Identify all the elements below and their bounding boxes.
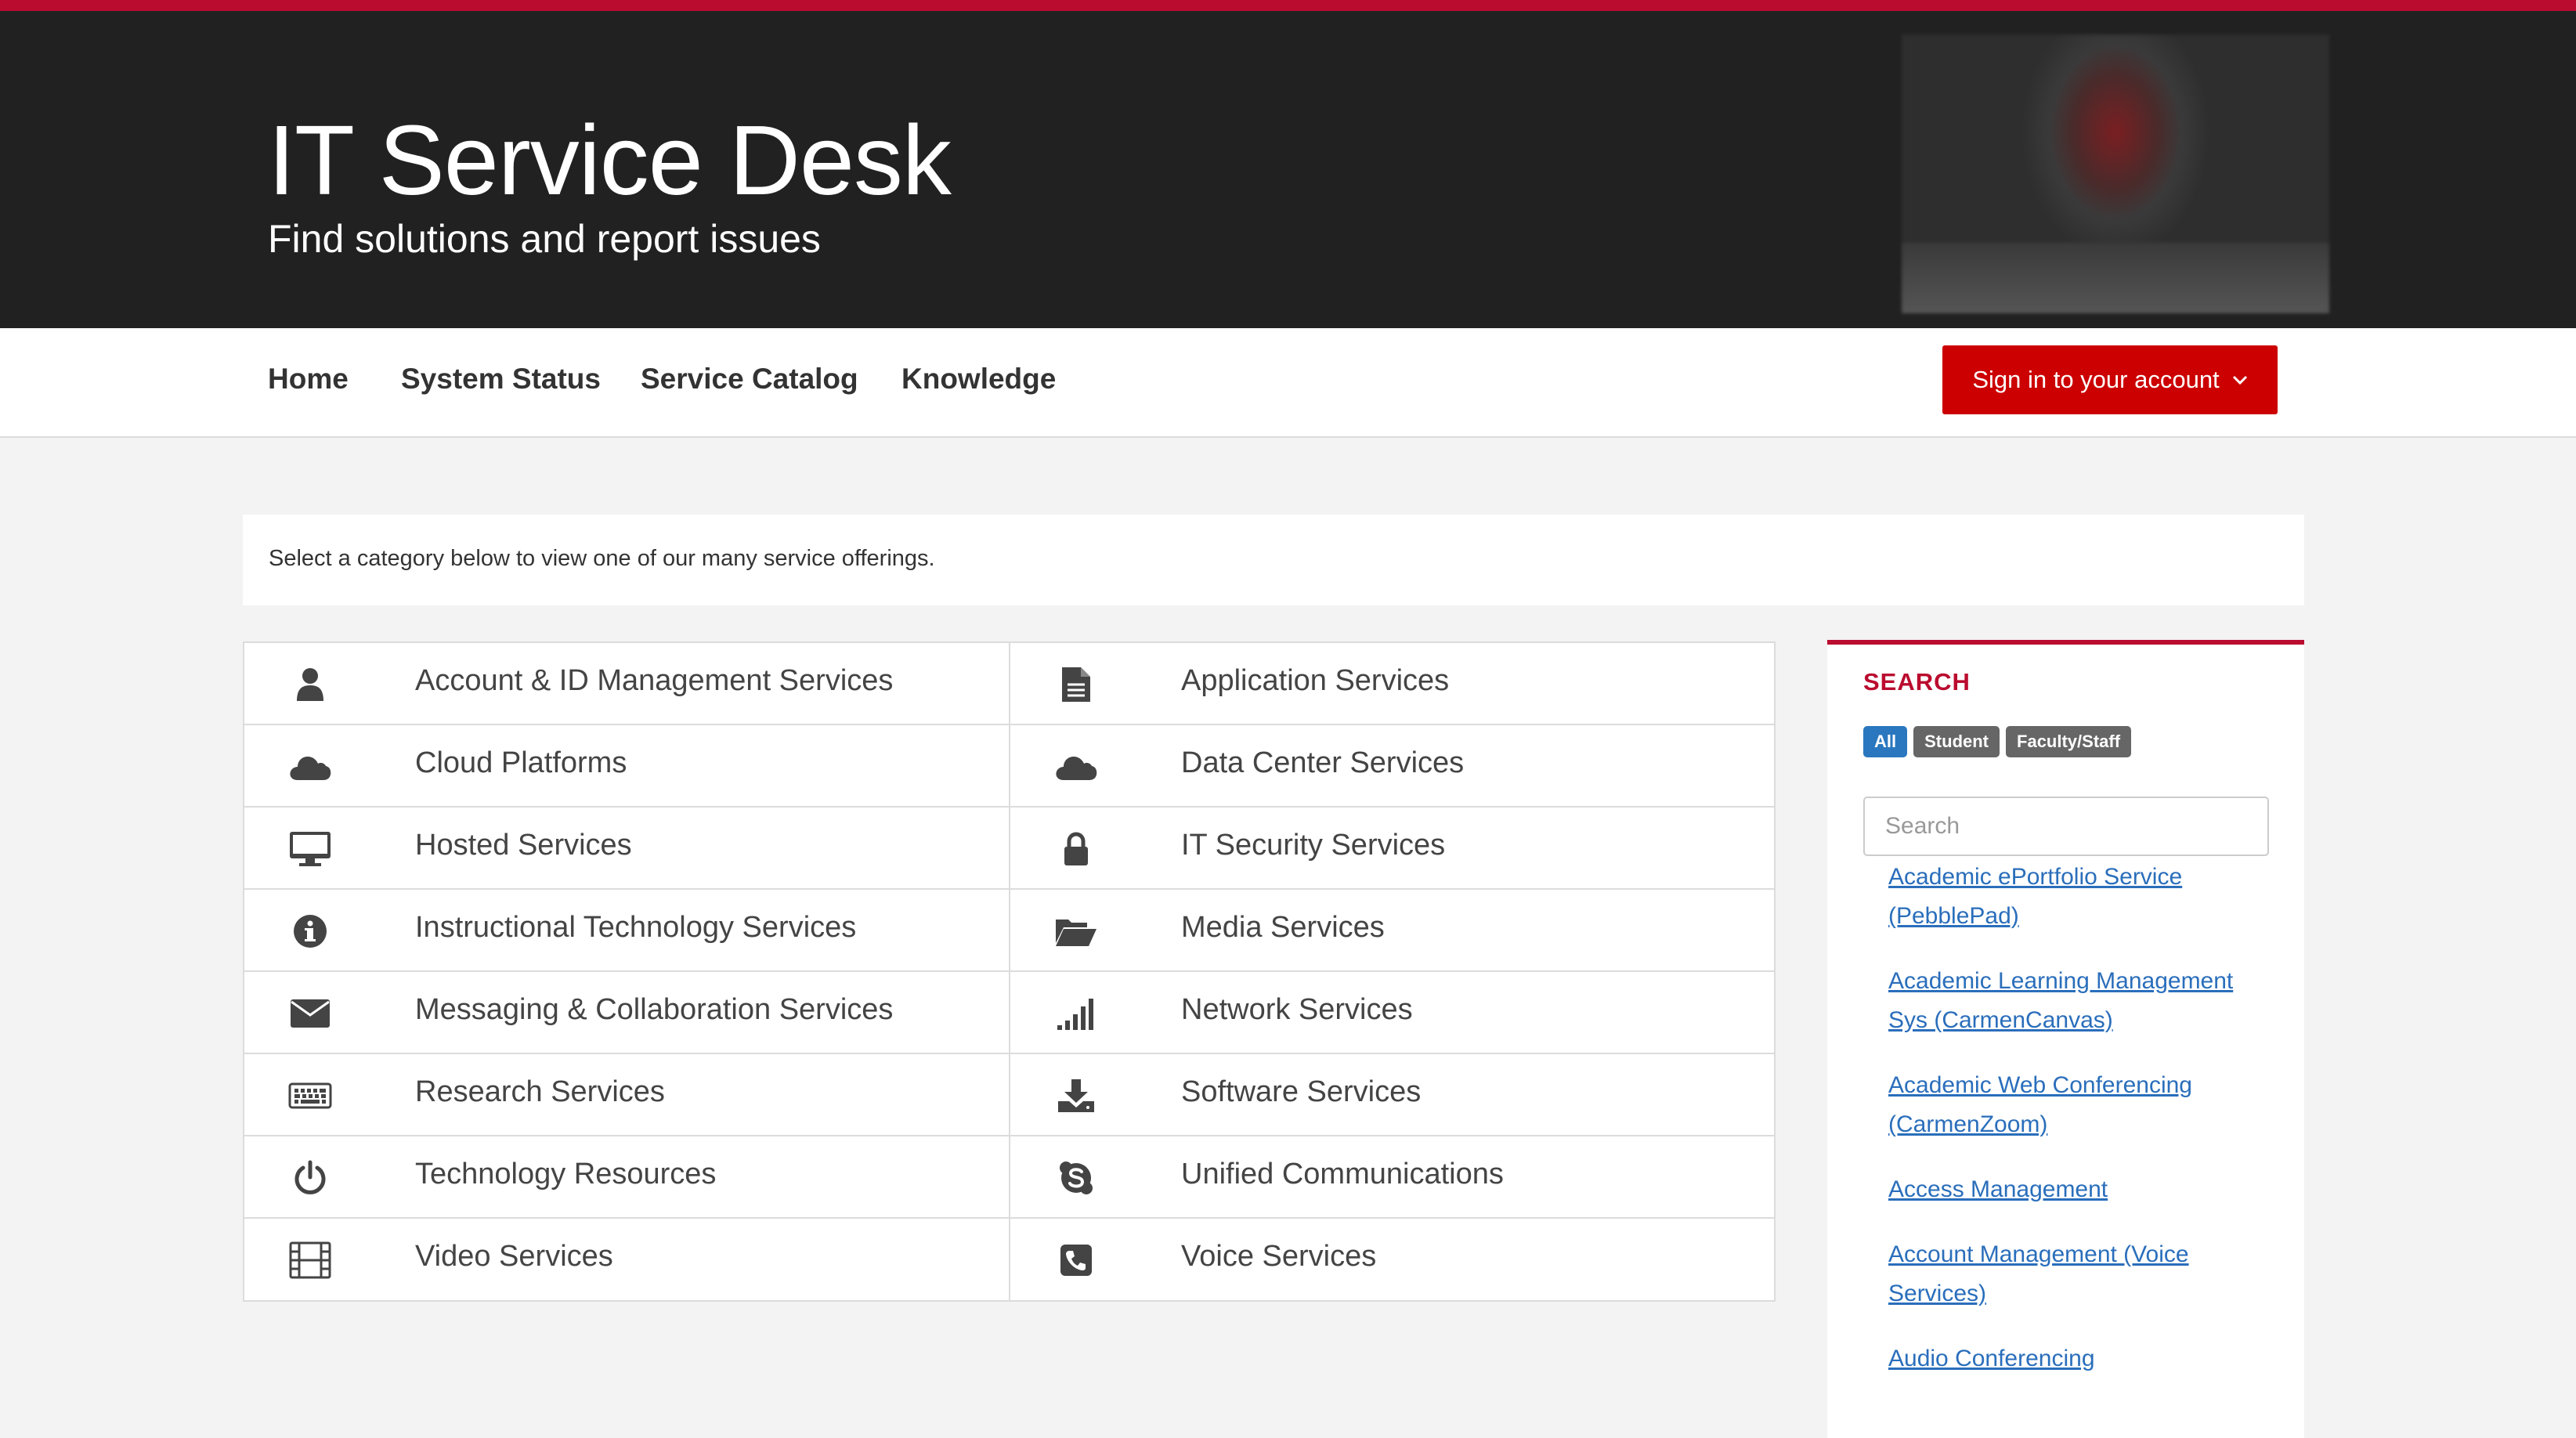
power-icon: [287, 1158, 333, 1198]
category-technology-resources[interactable]: Technology Resources: [244, 1136, 1009, 1219]
site-header: IT Service Desk Find solutions and repor…: [0, 11, 2576, 328]
intro-panel: Select a category below to view one of o…: [243, 515, 2304, 605]
filter-all[interactable]: All: [1863, 726, 1908, 757]
category-label: Unified Communications: [1181, 1158, 1504, 1191]
category-account-id-management[interactable]: Account & ID Management Services: [244, 643, 1009, 725]
search-result-link[interactable]: Account Management (Voice Services): [1888, 1235, 2256, 1313]
envelope-icon: [287, 993, 333, 1034]
category-research-services[interactable]: Research Services: [244, 1054, 1009, 1136]
category-label: Software Services: [1181, 1075, 1422, 1108]
nav-item-service-catalog[interactable]: Service Catalog: [641, 363, 858, 396]
search-result-link[interactable]: Academic Learning Management Sys (Carmen…: [1888, 962, 2256, 1040]
nav-item-knowledge[interactable]: Knowledge: [901, 363, 1056, 396]
category-cloud-platforms[interactable]: Cloud Platforms: [244, 725, 1009, 808]
sign-in-button[interactable]: Sign in to your account: [1942, 345, 2278, 414]
desktop-icon: [287, 829, 333, 869]
search-result-link[interactable]: Audio Conferencing: [1888, 1339, 2256, 1378]
category-hosted-services[interactable]: Hosted Services: [244, 808, 1009, 890]
lock-icon: [1053, 829, 1099, 869]
category-label: Research Services: [415, 1075, 665, 1108]
signal-icon: [1053, 993, 1099, 1034]
cloud-icon: [287, 746, 333, 787]
top-accent-bar: [0, 0, 2576, 11]
site-title[interactable]: IT Service Desk: [268, 103, 952, 217]
download-icon: [1053, 1075, 1099, 1116]
cloud-icon: [1053, 746, 1099, 787]
phone-icon: [1053, 1240, 1099, 1281]
search-result-link[interactable]: Academic ePortfolio Service (PebblePad): [1888, 858, 2256, 936]
category-label: Cloud Platforms: [415, 746, 627, 779]
search-result-link[interactable]: Access Management: [1888, 1170, 2256, 1209]
main-nav: Home System Status Service Catalog Knowl…: [0, 328, 2576, 438]
category-data-center-services[interactable]: Data Center Services: [1010, 725, 1776, 808]
search-results-list: Academic ePortfolio Service (PebblePad) …: [1888, 858, 2256, 1404]
nav-item-home[interactable]: Home: [268, 363, 349, 396]
document-icon: [1053, 664, 1099, 705]
header-photo: [1902, 34, 2329, 313]
search-input[interactable]: [1863, 797, 2269, 856]
category-unified-communications[interactable]: Unified Communications: [1010, 1136, 1776, 1219]
chevron-down-icon: [2232, 374, 2248, 385]
user-icon: [287, 664, 333, 705]
sign-in-label: Sign in to your account: [1972, 366, 2220, 393]
category-grid: Account & ID Management Services Cloud P…: [243, 641, 1776, 1302]
category-label: Data Center Services: [1181, 746, 1465, 779]
category-label: Account & ID Management Services: [415, 664, 894, 697]
category-label: Network Services: [1181, 993, 1413, 1026]
category-label: Technology Resources: [415, 1158, 717, 1191]
category-label: Instructional Technology Services: [415, 911, 857, 944]
category-instructional-technology[interactable]: Instructional Technology Services: [244, 890, 1009, 972]
folder-open-icon: [1053, 911, 1099, 952]
search-filter-group: All Student Faculty/Staff: [1863, 726, 2132, 757]
category-video-services[interactable]: Video Services: [244, 1219, 1009, 1301]
search-title: SEARCH: [1863, 668, 1971, 696]
category-label: Voice Services: [1181, 1240, 1377, 1273]
category-media-services[interactable]: Media Services: [1010, 890, 1776, 972]
filter-student[interactable]: Student: [1913, 726, 2000, 757]
category-label: Video Services: [415, 1240, 613, 1273]
intro-text: Select a category below to view one of o…: [269, 546, 935, 571]
category-label: IT Security Services: [1181, 829, 1446, 862]
category-application-services[interactable]: Application Services: [1010, 643, 1776, 725]
film-icon: [287, 1240, 333, 1281]
info-icon: [287, 911, 333, 952]
category-label: Media Services: [1181, 911, 1385, 944]
category-label: Messaging & Collaboration Services: [415, 993, 894, 1026]
search-result-link[interactable]: Academic Web Conferencing (CarmenZoom): [1888, 1066, 2256, 1144]
category-messaging-collaboration[interactable]: Messaging & Collaboration Services: [244, 972, 1009, 1054]
category-voice-services[interactable]: Voice Services: [1010, 1219, 1776, 1301]
category-it-security-services[interactable]: IT Security Services: [1010, 808, 1776, 890]
site-subtitle: Find solutions and report issues: [268, 217, 821, 261]
search-panel: SEARCH All Student Faculty/Staff Academi…: [1827, 640, 2304, 1438]
category-software-services[interactable]: Software Services: [1010, 1054, 1776, 1136]
category-network-services[interactable]: Network Services: [1010, 972, 1776, 1054]
category-label: Hosted Services: [415, 829, 632, 862]
category-label: Application Services: [1181, 664, 1450, 697]
skype-icon: [1053, 1158, 1099, 1198]
nav-item-system-status[interactable]: System Status: [401, 363, 601, 396]
filter-faculty-staff[interactable]: Faculty/Staff: [2006, 726, 2132, 757]
keyboard-icon: [287, 1075, 333, 1116]
